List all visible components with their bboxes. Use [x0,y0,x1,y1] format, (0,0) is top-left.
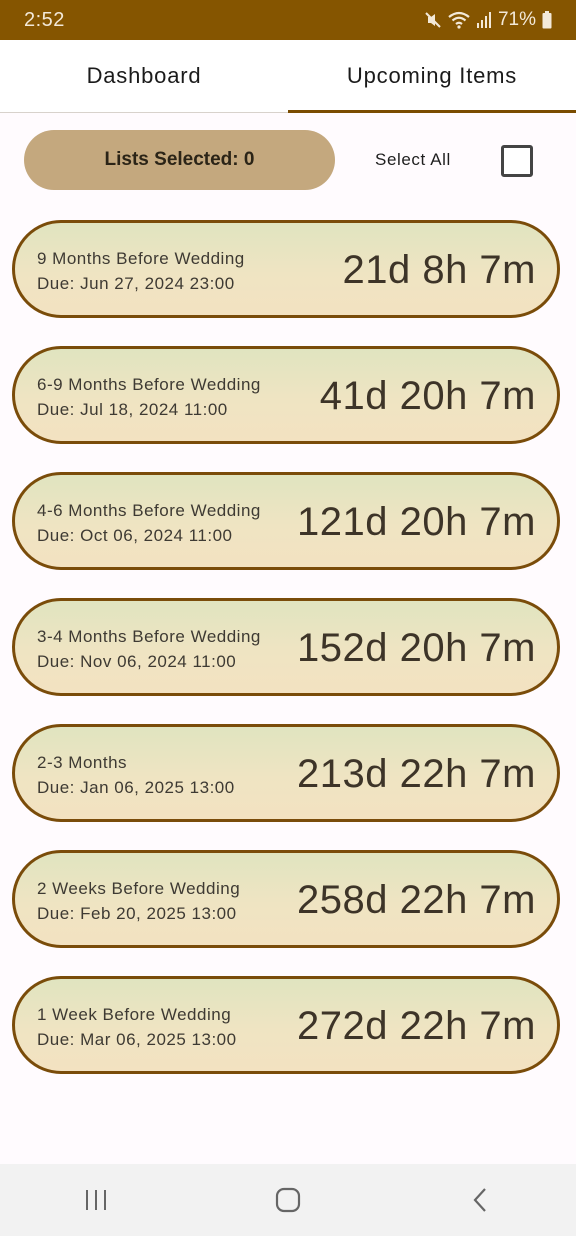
selection-row: Lists Selected: 0 Select All [0,112,576,208]
card-due-date: Due: Mar 06, 2025 13:00 [37,1030,237,1049]
status-time: 2:52 [24,8,65,31]
card-countdown: 258d 22h 7m [296,878,536,922]
card-title: 2 Weeks Before Wedding [37,879,241,898]
card-due-date: Due: Feb 20, 2025 13:00 [37,904,237,923]
card-countdown: 152d 20h 7m [296,626,536,670]
tab-dashboard[interactable]: Dashboard [0,40,288,112]
list-card[interactable]: 2-3 Months Due: Jan 06, 2025 13:00 213d … [12,724,560,822]
card-due-date: Due: Jun 27, 2024 23:00 [37,274,235,293]
back-icon[interactable] [450,1170,510,1230]
recent-apps-icon[interactable] [66,1170,126,1230]
card-countdown: 213d 22h 7m [296,752,536,796]
tab-upcoming-items[interactable]: Upcoming Items [288,40,576,113]
list-card[interactable]: 2 Weeks Before Wedding Due: Feb 20, 2025… [12,850,560,948]
card-due-date: Due: Nov 06, 2024 11:00 [37,652,237,671]
list-card[interactable]: 3-4 Months Before Wedding Due: Nov 06, 2… [12,598,560,696]
card-title: 9 Months Before Wedding [37,249,245,268]
home-icon[interactable] [258,1170,318,1230]
signal-icon [476,11,492,29]
battery-percent: 71% [497,9,536,30]
status-icons: 71% [424,9,552,31]
select-all-checkbox[interactable] [501,145,533,177]
card-countdown: 21d 8h 7m [342,248,536,292]
status-bar: 2:52 71% [0,0,576,40]
wifi-icon [448,11,470,29]
card-title: 1 Week Before Wedding [37,1005,232,1024]
lists-selected-button[interactable]: Lists Selected: 0 [24,130,335,190]
select-all-label: Select All [375,150,451,169]
card-due-date: Due: Jan 06, 2025 13:00 [37,778,235,797]
list-card[interactable]: 4-6 Months Before Wedding Due: Oct 06, 2… [12,472,560,570]
card-due-date: Due: Oct 06, 2024 11:00 [37,526,233,545]
card-title: 3-4 Months Before Wedding [37,627,261,646]
card-countdown: 41d 20h 7m [319,374,536,418]
system-nav-bar [0,1164,576,1236]
list-card[interactable]: 9 Months Before Wedding Due: Jun 27, 202… [12,220,560,318]
card-countdown: 272d 22h 7m [296,1004,536,1048]
card-title: 2-3 Months [37,753,128,772]
list-card[interactable]: 1 Week Before Wedding Due: Mar 06, 2025 … [12,976,560,1074]
card-title: 4-6 Months Before Wedding [37,501,261,520]
tab-bar: Dashboard Upcoming Items [0,40,576,113]
list-card[interactable]: 6-9 Months Before Wedding Due: Jul 18, 2… [12,346,560,444]
mute-icon [424,11,442,29]
card-due-date: Due: Jul 18, 2024 11:00 [37,400,228,419]
card-title: 6-9 Months Before Wedding [37,375,261,394]
card-countdown: 121d 20h 7m [296,500,536,544]
battery-icon [542,11,552,29]
